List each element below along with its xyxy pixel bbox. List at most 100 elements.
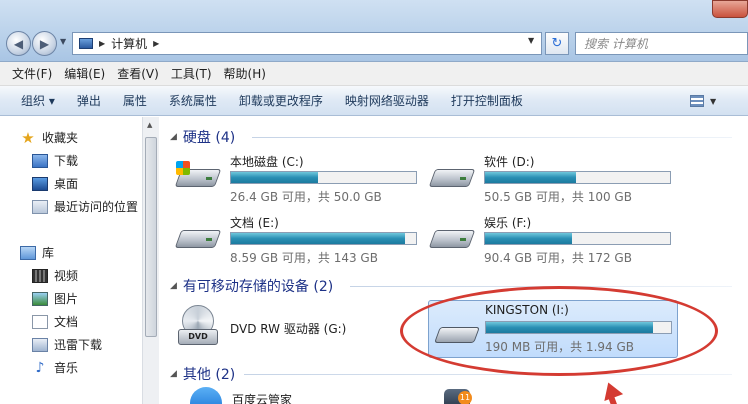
drive-item-c[interactable]: 本地磁盘 (C:) 26.4 GB 可用，共 50.0 GB	[174, 153, 426, 205]
sidebar-item-label: 视频	[54, 269, 79, 283]
hard-drive-icon	[428, 161, 476, 189]
drive-free-space: 8.59 GB 可用，共 143 GB	[230, 251, 378, 265]
breadcrumb-arrow-icon[interactable]: ▶	[153, 39, 159, 48]
command-toolbar: 组织 ▾ 弹出 属性 系统属性 卸载或更改程序 映射网络驱动器 打开控制面板	[0, 86, 748, 116]
drive-name: DVD RW 驱动器 (G:)	[230, 322, 347, 336]
recent-pages-dropdown-icon[interactable]: ▼	[60, 37, 66, 46]
drive-item-f[interactable]: 娱乐 (F:) 90.4 GB 可用，共 172 GB	[428, 214, 680, 266]
group-title: 有可移动存储的设备 (2)	[182, 279, 334, 295]
group-title: 其他 (2)	[182, 367, 236, 383]
change-view-button[interactable]: ▼	[690, 92, 730, 110]
forward-button[interactable]: ▶	[32, 31, 57, 56]
sidebar-item-documents[interactable]: 文档	[32, 313, 78, 330]
windows-logo-icon	[176, 161, 190, 175]
system-properties-button[interactable]: 系统属性	[158, 92, 228, 109]
search-input[interactable]: 搜索 计算机	[575, 32, 748, 55]
thunder-download-icon	[32, 337, 48, 352]
other-item-label: 百度云管家	[232, 393, 293, 404]
uninstall-program-button[interactable]: 卸载或更改程序	[228, 92, 334, 109]
properties-button[interactable]: 属性	[112, 92, 158, 109]
breadcrumb-computer[interactable]: 计算机	[111, 35, 147, 52]
sidebar-item-music[interactable]: ♪ 音乐	[32, 359, 78, 376]
drive-name: 文档 (E:)	[230, 216, 279, 230]
sidebar-favorites[interactable]: ★ 收藏夹	[20, 129, 78, 146]
recent-places-icon	[32, 199, 48, 214]
refresh-button[interactable]: ↻	[545, 32, 569, 55]
sidebar-scrollbar[interactable]: ▲	[142, 117, 159, 404]
hard-drive-icon	[174, 161, 222, 189]
sidebar-item-downloads[interactable]: 下载	[32, 152, 78, 169]
drive-item-dvd[interactable]: DVD DVD RW 驱动器 (G:)	[176, 305, 396, 353]
open-control-panel-button[interactable]: 打开控制面板	[440, 92, 534, 109]
breadcrumb-arrow-icon[interactable]: ▶	[99, 39, 105, 48]
other-item-app[interactable]: 11	[444, 389, 484, 404]
group-header-removable[interactable]: ◢ 有可移动存储的设备 (2)	[170, 276, 333, 296]
dvd-drive-icon: DVD	[176, 305, 220, 349]
sidebar-item-label: 桌面	[54, 177, 79, 191]
sidebar-scroll-thumb[interactable]	[145, 137, 157, 337]
sidebar-item-label: 最近访问的位置	[54, 200, 139, 214]
notification-badge: 11	[458, 391, 472, 404]
back-button[interactable]: ◀	[6, 31, 31, 56]
collapse-arrow-icon[interactable]: ◢	[170, 369, 177, 379]
menu-bar: 文件(F) 编辑(E) 查看(V) 工具(T) 帮助(H)	[0, 62, 748, 86]
drive-item-e[interactable]: 文档 (E:) 8.59 GB 可用，共 143 GB	[174, 214, 426, 266]
menu-help[interactable]: 帮助(H)	[218, 65, 272, 82]
other-item-baidu[interactable]: 百度云管家	[190, 387, 390, 404]
scroll-up-icon[interactable]: ▲	[147, 121, 152, 129]
address-dropdown-icon[interactable]: ▼	[528, 36, 534, 45]
group-title: 硬盘 (4)	[182, 130, 236, 146]
hard-drive-icon	[174, 222, 222, 250]
picture-library-icon	[32, 291, 48, 306]
sidebar-item-thunder-downloads[interactable]: 迅雷下载	[32, 336, 102, 353]
sidebar-item-pictures[interactable]: 图片	[32, 290, 78, 307]
star-icon: ★	[21, 128, 35, 147]
drive-free-space: 90.4 GB 可用，共 172 GB	[484, 251, 632, 265]
organize-button[interactable]: 组织 ▾	[10, 92, 66, 109]
sidebar-item-label: 迅雷下载	[54, 338, 103, 352]
group-divider	[252, 137, 732, 138]
sidebar-item-videos[interactable]: 视频	[32, 267, 78, 284]
hard-drive-icon	[428, 222, 476, 250]
group-header-hard-disks[interactable]: ◢ 硬盘 (4)	[170, 127, 235, 147]
menu-view[interactable]: 查看(V)	[111, 65, 165, 82]
sidebar-item-label: 音乐	[54, 361, 79, 375]
view-dropdown-icon: ▼	[710, 96, 717, 106]
drive-name: 娱乐 (F:)	[484, 216, 532, 230]
drive-usage-bar	[230, 171, 417, 184]
drive-name: 软件 (D:)	[484, 155, 535, 169]
music-note-icon: ♪	[35, 359, 45, 376]
back-arrow-icon: ◀	[13, 36, 24, 51]
forward-arrow-icon: ▶	[39, 36, 50, 51]
drive-free-space: 50.5 GB 可用，共 100 GB	[484, 190, 632, 204]
search-placeholder: 搜索 计算机	[584, 37, 648, 51]
drive-item-d[interactable]: 软件 (D:) 50.5 GB 可用，共 100 GB	[428, 153, 680, 205]
collapse-arrow-icon[interactable]: ◢	[170, 281, 177, 291]
sidebar-item-desktop[interactable]: 桌面	[32, 175, 78, 192]
refresh-icon: ↻	[551, 36, 563, 51]
drive-usage-bar	[484, 232, 671, 245]
sidebar-item-recent[interactable]: 最近访问的位置	[32, 198, 138, 215]
drive-free-space: 26.4 GB 可用，共 50.0 GB	[230, 190, 382, 204]
eject-button[interactable]: 弹出	[66, 92, 112, 109]
sidebar-item-label: 下载	[54, 154, 79, 168]
highlight-oval	[400, 286, 718, 376]
collapse-arrow-icon[interactable]: ◢	[170, 132, 177, 142]
menu-tools[interactable]: 工具(T)	[165, 65, 218, 82]
library-icon	[20, 245, 36, 260]
desktop-icon	[32, 176, 48, 191]
menu-file[interactable]: 文件(F)	[6, 65, 58, 82]
address-bar[interactable]: ▶ 计算机 ▶	[72, 32, 542, 55]
group-header-other[interactable]: ◢ 其他 (2)	[170, 364, 235, 384]
sidebar-libraries[interactable]: 库	[20, 244, 54, 261]
sidebar-favorites-label: 收藏夹	[42, 131, 79, 145]
sidebar-item-label: 文档	[54, 315, 79, 329]
menu-edit[interactable]: 编辑(E)	[58, 65, 111, 82]
sidebar-item-label: 图片	[54, 292, 79, 306]
group-divider	[244, 374, 732, 375]
drive-name: 本地磁盘 (C:)	[230, 155, 304, 169]
close-button[interactable]	[712, 0, 748, 18]
map-network-drive-button[interactable]: 映射网络驱动器	[334, 92, 440, 109]
drive-usage-bar	[230, 232, 417, 245]
drive-usage-bar	[484, 171, 671, 184]
